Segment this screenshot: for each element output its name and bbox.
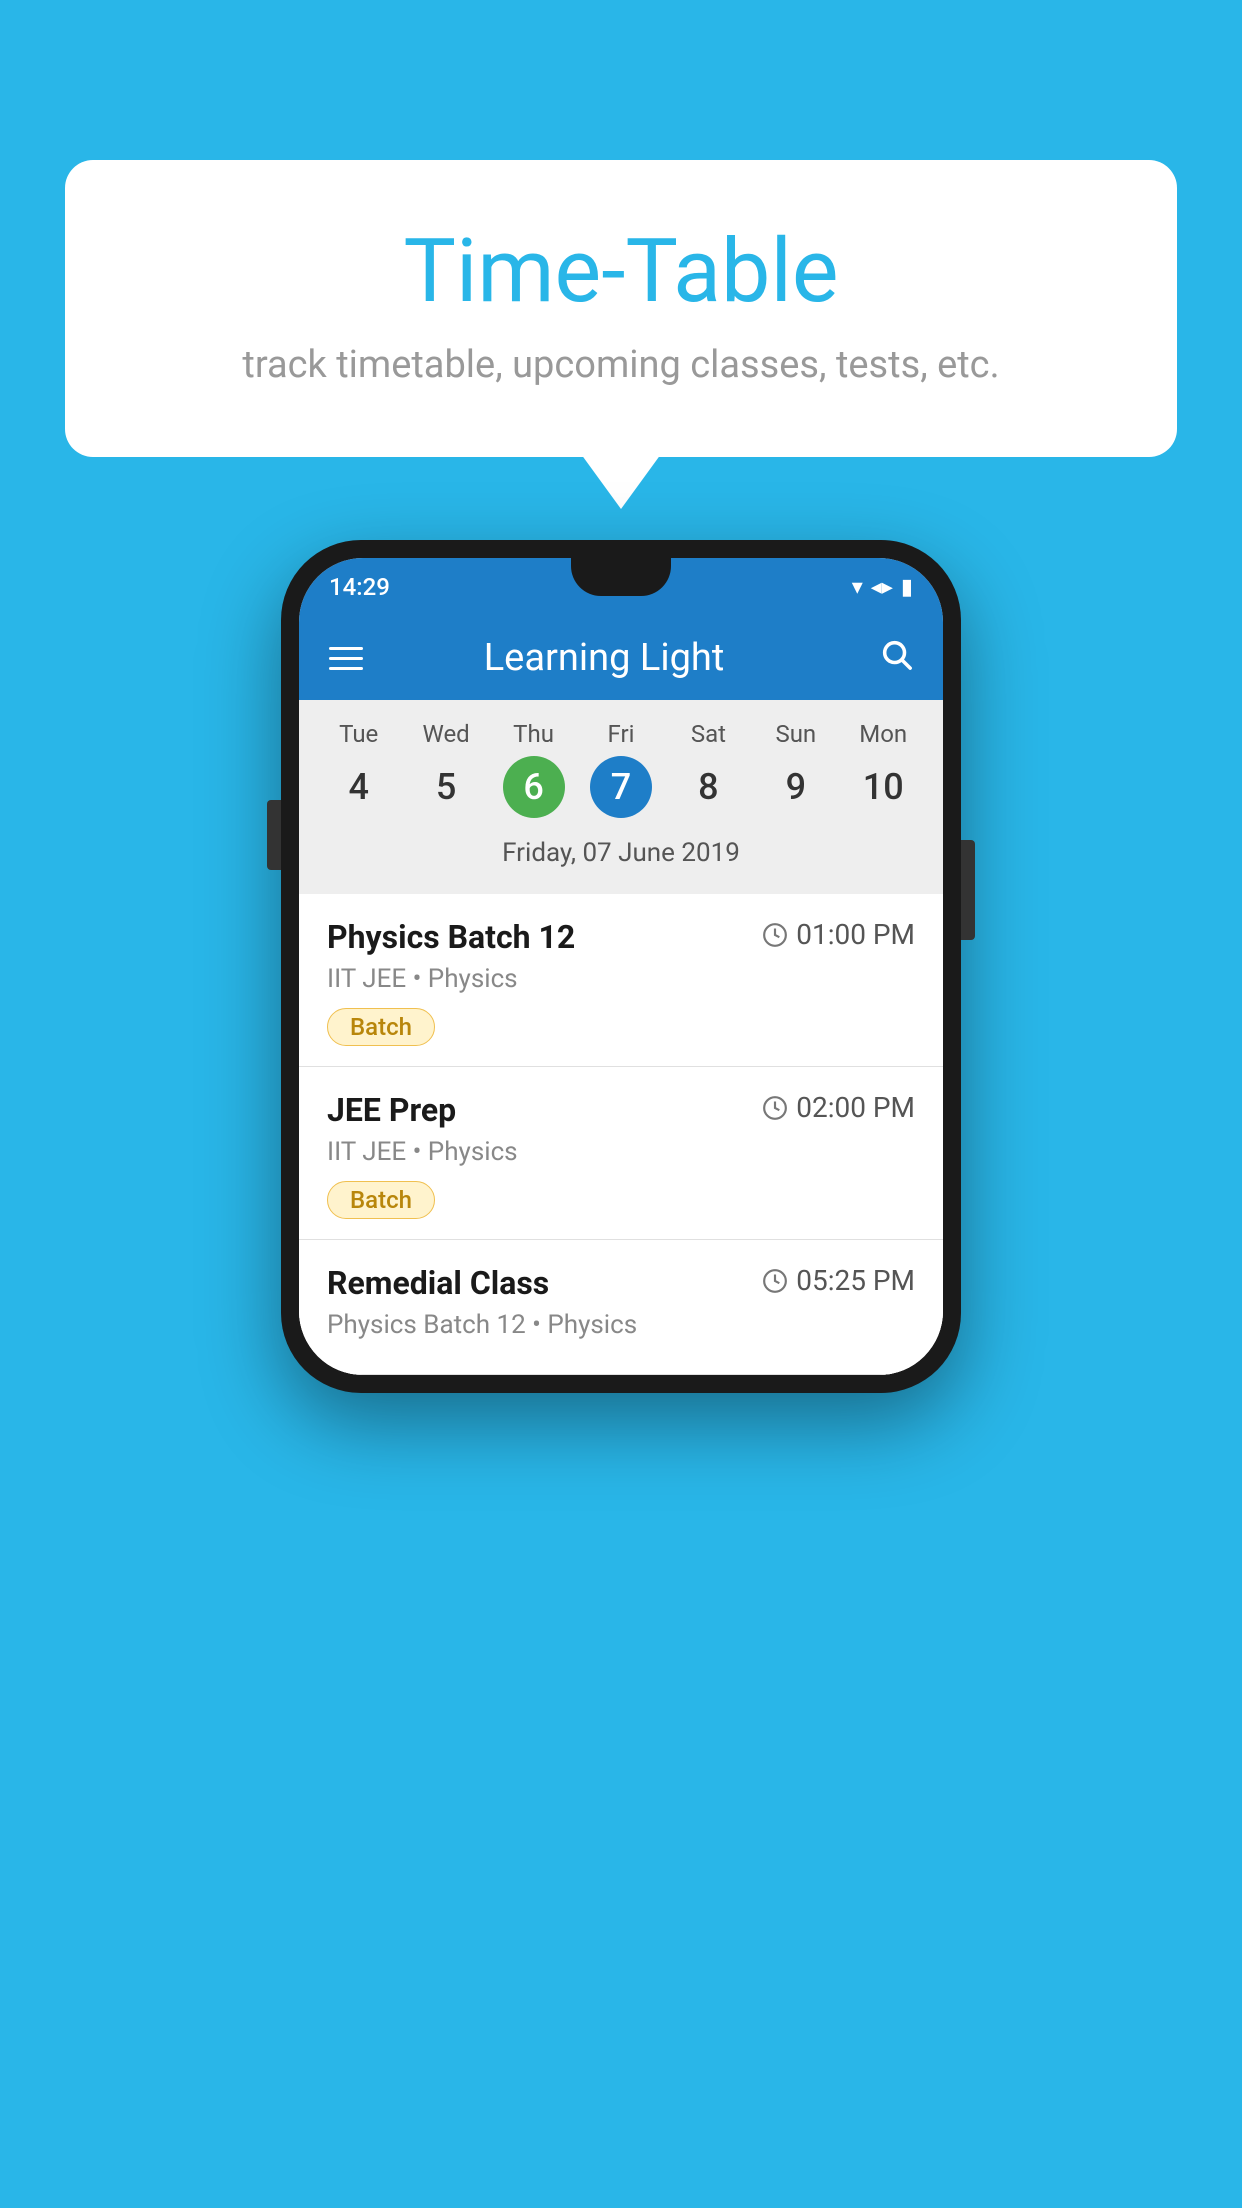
- clock-icon-1: [762, 922, 788, 948]
- class-item-header-1: Physics Batch 12 01:00 PM: [327, 918, 915, 956]
- status-icons: ▾ ◂▸ ▮: [852, 575, 913, 600]
- status-bar: 14:29 ▾ ◂▸ ▮: [299, 558, 943, 616]
- speech-bubble-section: Time-Table track timetable, upcoming cla…: [65, 160, 1177, 457]
- menu-line-2: [329, 657, 363, 660]
- batch-badge-1: Batch: [327, 1008, 435, 1046]
- clock-icon-2: [762, 1095, 788, 1121]
- calendar-day-wed[interactable]: Wed 5: [406, 720, 486, 818]
- battery-icon: ▮: [901, 575, 913, 600]
- calendar-day-fri[interactable]: Fri 7: [581, 720, 661, 818]
- class-time-1: 01:00 PM: [762, 918, 915, 951]
- clock-icon-3: [762, 1268, 788, 1294]
- class-time-2: 02:00 PM: [762, 1091, 915, 1124]
- calendar-day-tue[interactable]: Tue 4: [319, 720, 399, 818]
- batch-badge-2: Batch: [327, 1181, 435, 1219]
- class-item-physics-batch-12[interactable]: Physics Batch 12 01:00 PM IIT JEE • Phys…: [299, 894, 943, 1067]
- menu-line-3: [329, 667, 363, 670]
- calendar-day-sun[interactable]: Sun 9: [756, 720, 836, 818]
- speech-bubble: Time-Table track timetable, upcoming cla…: [65, 160, 1177, 457]
- class-item-header-2: JEE Prep 02:00 PM: [327, 1091, 915, 1129]
- search-button[interactable]: [879, 637, 913, 680]
- class-list: Physics Batch 12 01:00 PM IIT JEE • Phys…: [299, 894, 943, 1375]
- class-name-3: Remedial Class: [327, 1264, 549, 1302]
- phone-screen: 14:29 ▾ ◂▸ ▮ Learning Light: [299, 558, 943, 1375]
- class-name-1: Physics Batch 12: [327, 918, 575, 956]
- status-time: 14:29: [329, 573, 390, 601]
- class-name-2: JEE Prep: [327, 1091, 456, 1129]
- class-time-3: 05:25 PM: [762, 1264, 915, 1297]
- app-title: Learning Light: [363, 636, 845, 680]
- class-item-jee-prep[interactable]: JEE Prep 02:00 PM IIT JEE • Physics Batc…: [299, 1067, 943, 1240]
- selected-date-label: Friday, 07 June 2019: [315, 828, 927, 884]
- class-item-header-3: Remedial Class 05:25 PM: [327, 1264, 915, 1302]
- phone-outer-shell: 14:29 ▾ ◂▸ ▮ Learning Light: [281, 540, 961, 1393]
- bubble-subtitle: track timetable, upcoming classes, tests…: [145, 343, 1097, 387]
- signal-icon: ◂▸: [871, 575, 893, 600]
- class-meta-2: IIT JEE • Physics: [327, 1137, 915, 1167]
- calendar-row: Tue 4 Wed 5 Thu 6 Fri 7: [315, 720, 927, 818]
- calendar-section: Tue 4 Wed 5 Thu 6 Fri 7: [299, 700, 943, 894]
- calendar-day-mon[interactable]: Mon 10: [843, 720, 923, 818]
- class-item-remedial[interactable]: Remedial Class 05:25 PM Physics Batch 12…: [299, 1240, 943, 1375]
- bubble-title: Time-Table: [145, 220, 1097, 323]
- phone-mockup: 14:29 ▾ ◂▸ ▮ Learning Light: [281, 540, 961, 1393]
- wifi-icon: ▾: [852, 575, 863, 600]
- class-meta-1: IIT JEE • Physics: [327, 964, 915, 994]
- calendar-day-sat[interactable]: Sat 8: [668, 720, 748, 818]
- hamburger-menu-icon[interactable]: [329, 647, 363, 670]
- menu-line-1: [329, 647, 363, 650]
- class-meta-3: Physics Batch 12 • Physics: [327, 1310, 915, 1340]
- calendar-day-thu[interactable]: Thu 6: [494, 720, 574, 818]
- app-header: Learning Light: [299, 616, 943, 700]
